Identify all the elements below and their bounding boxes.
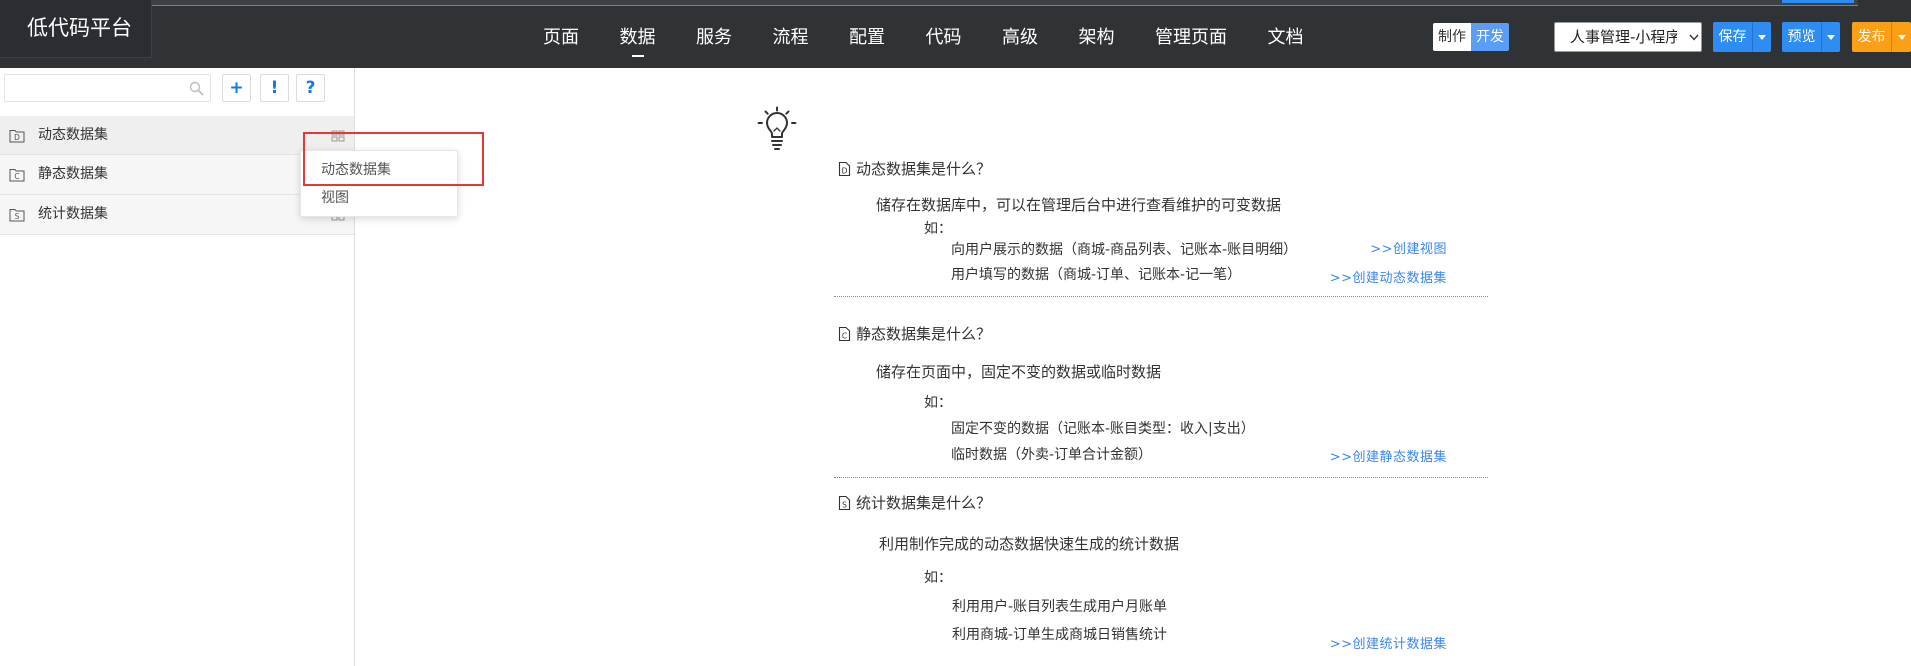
info-button[interactable]: ! <box>260 74 289 102</box>
publish-dropdown-toggle[interactable] <box>1891 22 1911 52</box>
caret-down-icon <box>1827 35 1835 40</box>
preview-dropdown-toggle[interactable] <box>1821 22 1840 52</box>
dataset-icon-letter: C <box>14 172 19 181</box>
lightbulb-icon <box>757 106 797 150</box>
document-letter-icon: S <box>838 495 851 511</box>
document-letter-icon: C <box>838 326 851 342</box>
save-dropdown-toggle[interactable] <box>1752 22 1771 52</box>
nav-item-services[interactable]: 服务 <box>696 27 732 49</box>
caret-down-icon <box>1897 35 1906 40</box>
publish-button-group: 发布 <box>1852 22 1911 52</box>
top-nav-bar: 低代码平台 页面 数据 服务 流程 配置 代码 高级 架构 管理页面 文档 制作… <box>0 0 1911 68</box>
section-example: 利用商城-订单生成商城日销售统计 <box>952 627 1168 643</box>
save-button[interactable]: 保存 <box>1713 22 1752 52</box>
section-description: 储存在数据库中，可以在管理后台中进行查看维护的可变数据 <box>876 196 1282 214</box>
caret-down-icon <box>1758 35 1766 40</box>
section-example: 固定不变的数据（记账本-账目类型：收入|支出） <box>951 421 1255 437</box>
context-menu-item-view[interactable]: 视图 <box>301 184 457 212</box>
section-example: 用户填写的数据（商城-订单、记账本-记一笔） <box>951 267 1242 283</box>
section-example-label: 如： <box>924 221 952 237</box>
help-button[interactable]: ? <box>296 74 325 102</box>
sidebar-item-label: 动态数据集 <box>38 127 108 143</box>
mode-toggle: 制作 开发 <box>1433 23 1509 51</box>
nav-item-docs[interactable]: 文档 <box>1268 27 1304 49</box>
section-title: 静态数据集是什么？ <box>856 325 992 343</box>
nav-item-pages[interactable]: 页面 <box>543 27 579 49</box>
section-example: 向用户展示的数据（商城-商品列表、记账本-账目明细） <box>951 242 1298 258</box>
section-icon-letter: S <box>842 501 847 510</box>
mode-toggle-make[interactable]: 制作 <box>1433 23 1471 51</box>
dataset-icon-letter: S <box>15 212 20 221</box>
section-divider <box>834 296 1488 297</box>
search-box <box>4 74 211 102</box>
add-button[interactable]: + <box>222 74 251 102</box>
search-icon[interactable] <box>189 81 204 96</box>
project-select[interactable]: 人事管理-小程序 <box>1554 22 1702 52</box>
section-icon-letter: C <box>842 332 847 341</box>
dataset-folder-icon: C <box>9 169 25 182</box>
nav-item-flows[interactable]: 流程 <box>773 27 809 49</box>
logo-text: 低代码平台 <box>27 16 132 40</box>
section-divider <box>834 477 1488 478</box>
nav-item-advanced[interactable]: 高级 <box>1002 27 1038 49</box>
nav-item-config[interactable]: 配置 <box>849 27 885 49</box>
document-letter-icon: D <box>838 161 851 177</box>
section-description: 储存在页面中，固定不变的数据或临时数据 <box>876 363 1162 381</box>
section-title: 动态数据集是什么？ <box>856 160 992 178</box>
create-dynamic-dataset-link[interactable]: >>创建动态数据集 <box>1330 269 1447 289</box>
save-button-group: 保存 <box>1713 22 1771 52</box>
project-select-value: 人事管理-小程序 <box>1570 28 1677 46</box>
dataset-icon-letter: D <box>14 133 20 142</box>
section-example: 利用用户-账目列表生成用户月账单 <box>952 599 1168 615</box>
context-menu-item-dynamic-dataset[interactable]: 动态数据集 <box>301 156 457 184</box>
section-description: 利用制作完成的动态数据快速生成的统计数据 <box>879 535 1180 553</box>
logo[interactable]: 低代码平台 <box>0 0 152 58</box>
nav-item-data[interactable]: 数据 <box>620 27 656 57</box>
search-input[interactable] <box>5 75 185 101</box>
nav-item-admin-pages[interactable]: 管理页面 <box>1155 27 1227 49</box>
create-static-dataset-link[interactable]: >>创建静态数据集 <box>1330 448 1447 468</box>
preview-button-group: 预览 <box>1782 22 1840 52</box>
section-example-label: 如： <box>924 570 952 586</box>
create-stats-dataset-link[interactable]: >>创建统计数据集 <box>1330 635 1447 655</box>
section-icon-letter: D <box>842 167 848 176</box>
dataset-folder-icon: D <box>9 130 25 143</box>
preview-button[interactable]: 预览 <box>1782 22 1821 52</box>
section-example-label: 如： <box>924 395 952 411</box>
top-strip <box>152 0 1858 6</box>
sidebar-item-label: 统计数据集 <box>38 206 108 222</box>
section-example: 临时数据（外卖-订单合计金额） <box>951 447 1153 463</box>
chevron-down-icon <box>1689 34 1699 41</box>
dataset-folder-icon: S <box>9 209 25 222</box>
publish-button[interactable]: 发布 <box>1852 22 1891 52</box>
context-menu: 动态数据集 视图 <box>300 150 458 217</box>
section-title: 统计数据集是什么？ <box>856 494 992 512</box>
grid-menu-icon[interactable] <box>331 130 345 142</box>
nav-item-architecture[interactable]: 架构 <box>1079 27 1115 49</box>
sidebar-item-label: 静态数据集 <box>38 166 108 182</box>
create-view-link[interactable]: >>创建视图 <box>1370 240 1447 260</box>
top-strip-accent <box>1782 0 1854 3</box>
nav-item-code[interactable]: 代码 <box>926 27 962 49</box>
main-nav: 页面 数据 服务 流程 配置 代码 高级 架构 管理页面 文档 <box>543 27 1304 57</box>
mode-toggle-dev[interactable]: 开发 <box>1471 23 1509 51</box>
main-content: D 动态数据集是什么？ 储存在数据库中，可以在管理后台中进行查看维护的可变数据 … <box>355 68 1911 666</box>
